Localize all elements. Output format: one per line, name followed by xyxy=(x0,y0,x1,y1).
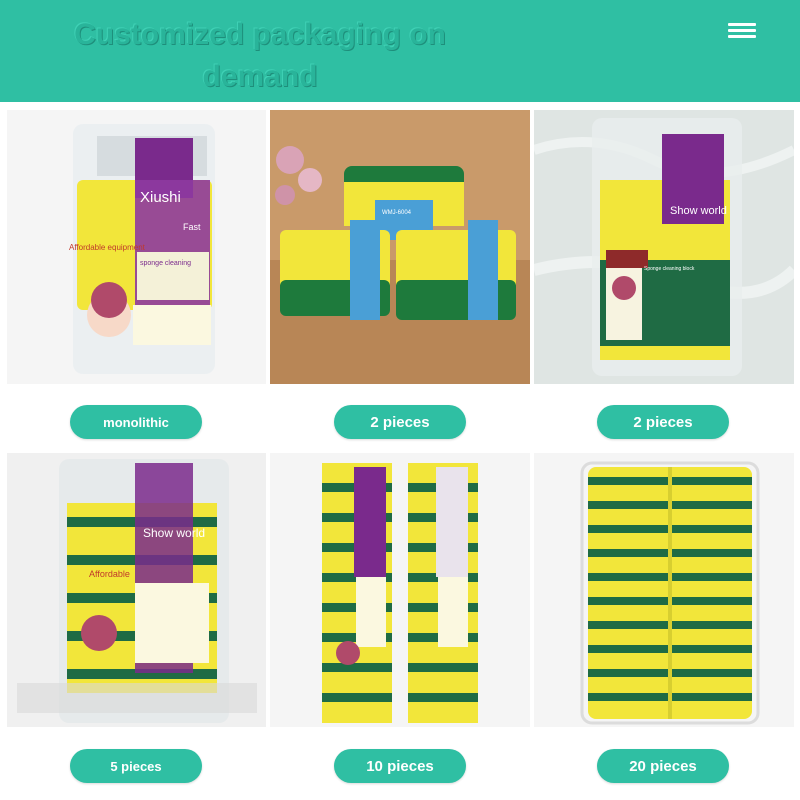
product-grid: Xiushi Fast sponge cleaning Affordable e… xyxy=(0,102,800,800)
page-title: Customized packaging on demand xyxy=(74,18,446,93)
package-tag-text: Affordable xyxy=(89,569,130,579)
package-brand-text: Xiushi xyxy=(140,189,181,206)
product-label-button[interactable]: 5 pieces xyxy=(70,749,202,783)
package-brand-text: Show world xyxy=(143,526,205,540)
product-photo-10-pieces[interactable] xyxy=(270,453,530,727)
menu-line xyxy=(728,23,756,26)
sponge-package-image xyxy=(534,453,794,727)
product-label-button[interactable]: 10 pieces xyxy=(334,749,466,783)
sponge-package-image: Show world Sponge cleaning block xyxy=(534,110,794,384)
sponge-package-image: Show world Affordable xyxy=(7,453,266,727)
product-label-button[interactable]: 2 pieces xyxy=(334,405,466,439)
package-code-text: WMJ-6004 xyxy=(382,210,412,216)
package-extra-text: Fast xyxy=(183,222,201,232)
package-tag-text: Affordable equipment xyxy=(69,243,146,252)
product-photo-20-pieces[interactable] xyxy=(534,453,794,727)
product-photo-monolithic[interactable]: Xiushi Fast sponge cleaning Affordable e… xyxy=(7,110,266,384)
product-label-button[interactable]: 20 pieces xyxy=(597,749,729,783)
product-photo-5-pieces[interactable]: Show world Affordable xyxy=(7,453,266,727)
hamburger-menu-icon[interactable] xyxy=(724,18,760,42)
sponge-package-image: Xiushi Fast sponge cleaning Affordable e… xyxy=(7,110,266,384)
sponge-package-image xyxy=(270,453,530,727)
package-sub-text: sponge cleaning xyxy=(140,260,191,267)
sponge-package-image: WMJ-6004 xyxy=(270,110,530,384)
menu-line xyxy=(728,29,756,32)
package-sub-text: Sponge cleaning block xyxy=(644,266,695,272)
product-label-button[interactable]: monolithic xyxy=(70,405,202,439)
product-photo-2-pieces[interactable]: Show world Sponge cleaning block xyxy=(534,110,794,384)
package-brand-text: Show world xyxy=(670,205,727,217)
product-photo-2-pieces[interactable]: WMJ-6004 xyxy=(270,110,530,384)
product-label-button[interactable]: 2 pieces xyxy=(597,405,729,439)
menu-line xyxy=(728,35,756,38)
site-header: Customized packaging on demand xyxy=(0,0,800,102)
